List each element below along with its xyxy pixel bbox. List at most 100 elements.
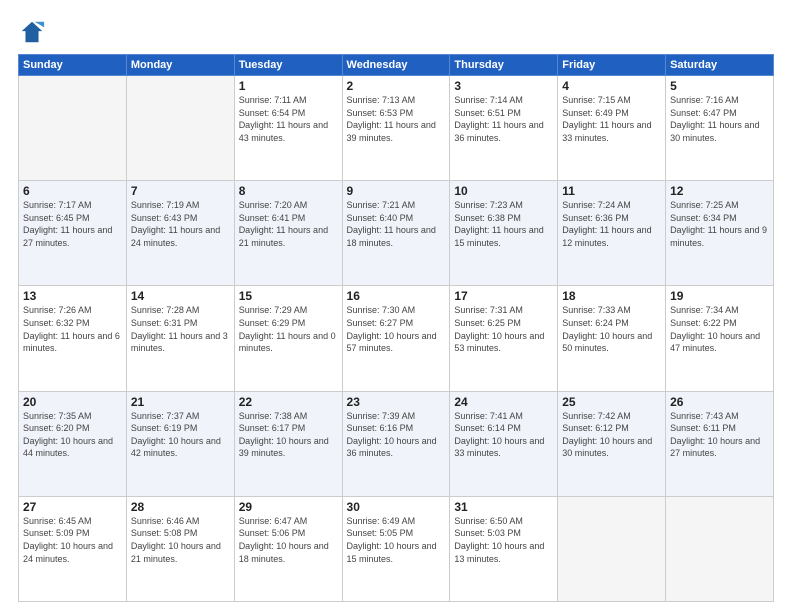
day-number: 17 (454, 289, 553, 303)
day-number: 3 (454, 79, 553, 93)
calendar-cell: 5Sunrise: 7:16 AMSunset: 6:47 PMDaylight… (666, 76, 774, 181)
day-info: Sunrise: 7:30 AMSunset: 6:27 PMDaylight:… (347, 304, 446, 354)
calendar-cell: 20Sunrise: 7:35 AMSunset: 6:20 PMDayligh… (19, 391, 127, 496)
day-number: 18 (562, 289, 661, 303)
day-number: 9 (347, 184, 446, 198)
day-number: 5 (670, 79, 769, 93)
calendar-cell: 27Sunrise: 6:45 AMSunset: 5:09 PMDayligh… (19, 496, 127, 601)
day-info: Sunrise: 7:20 AMSunset: 6:41 PMDaylight:… (239, 199, 338, 249)
calendar-cell: 12Sunrise: 7:25 AMSunset: 6:34 PMDayligh… (666, 181, 774, 286)
day-info: Sunrise: 7:15 AMSunset: 6:49 PMDaylight:… (562, 94, 661, 144)
calendar-cell: 16Sunrise: 7:30 AMSunset: 6:27 PMDayligh… (342, 286, 450, 391)
calendar-cell: 1Sunrise: 7:11 AMSunset: 6:54 PMDaylight… (234, 76, 342, 181)
calendar-cell: 29Sunrise: 6:47 AMSunset: 5:06 PMDayligh… (234, 496, 342, 601)
calendar-cell: 22Sunrise: 7:38 AMSunset: 6:17 PMDayligh… (234, 391, 342, 496)
day-number: 13 (23, 289, 122, 303)
calendar-cell: 4Sunrise: 7:15 AMSunset: 6:49 PMDaylight… (558, 76, 666, 181)
day-number: 25 (562, 395, 661, 409)
day-number: 21 (131, 395, 230, 409)
calendar-cell: 18Sunrise: 7:33 AMSunset: 6:24 PMDayligh… (558, 286, 666, 391)
calendar-cell: 17Sunrise: 7:31 AMSunset: 6:25 PMDayligh… (450, 286, 558, 391)
day-info: Sunrise: 7:28 AMSunset: 6:31 PMDaylight:… (131, 304, 230, 354)
calendar-cell: 23Sunrise: 7:39 AMSunset: 6:16 PMDayligh… (342, 391, 450, 496)
header (18, 18, 774, 46)
calendar-cell: 10Sunrise: 7:23 AMSunset: 6:38 PMDayligh… (450, 181, 558, 286)
calendar-cell: 3Sunrise: 7:14 AMSunset: 6:51 PMDaylight… (450, 76, 558, 181)
calendar-week-2: 6Sunrise: 7:17 AMSunset: 6:45 PMDaylight… (19, 181, 774, 286)
calendar-cell: 15Sunrise: 7:29 AMSunset: 6:29 PMDayligh… (234, 286, 342, 391)
day-number: 28 (131, 500, 230, 514)
calendar-cell: 21Sunrise: 7:37 AMSunset: 6:19 PMDayligh… (126, 391, 234, 496)
day-number: 11 (562, 184, 661, 198)
day-number: 22 (239, 395, 338, 409)
day-number: 24 (454, 395, 553, 409)
day-number: 12 (670, 184, 769, 198)
day-info: Sunrise: 7:35 AMSunset: 6:20 PMDaylight:… (23, 410, 122, 460)
calendar-cell: 14Sunrise: 7:28 AMSunset: 6:31 PMDayligh… (126, 286, 234, 391)
calendar-week-1: 1Sunrise: 7:11 AMSunset: 6:54 PMDaylight… (19, 76, 774, 181)
calendar-cell: 31Sunrise: 6:50 AMSunset: 5:03 PMDayligh… (450, 496, 558, 601)
day-header-monday: Monday (126, 55, 234, 76)
day-info: Sunrise: 6:45 AMSunset: 5:09 PMDaylight:… (23, 515, 122, 565)
day-number: 2 (347, 79, 446, 93)
calendar-week-4: 20Sunrise: 7:35 AMSunset: 6:20 PMDayligh… (19, 391, 774, 496)
calendar-cell: 9Sunrise: 7:21 AMSunset: 6:40 PMDaylight… (342, 181, 450, 286)
day-info: Sunrise: 7:25 AMSunset: 6:34 PMDaylight:… (670, 199, 769, 249)
day-info: Sunrise: 7:34 AMSunset: 6:22 PMDaylight:… (670, 304, 769, 354)
day-info: Sunrise: 7:24 AMSunset: 6:36 PMDaylight:… (562, 199, 661, 249)
day-header-friday: Friday (558, 55, 666, 76)
day-info: Sunrise: 7:23 AMSunset: 6:38 PMDaylight:… (454, 199, 553, 249)
day-info: Sunrise: 7:31 AMSunset: 6:25 PMDaylight:… (454, 304, 553, 354)
day-info: Sunrise: 6:47 AMSunset: 5:06 PMDaylight:… (239, 515, 338, 565)
day-info: Sunrise: 7:38 AMSunset: 6:17 PMDaylight:… (239, 410, 338, 460)
calendar-cell: 25Sunrise: 7:42 AMSunset: 6:12 PMDayligh… (558, 391, 666, 496)
day-info: Sunrise: 7:43 AMSunset: 6:11 PMDaylight:… (670, 410, 769, 460)
day-info: Sunrise: 7:21 AMSunset: 6:40 PMDaylight:… (347, 199, 446, 249)
calendar-cell: 19Sunrise: 7:34 AMSunset: 6:22 PMDayligh… (666, 286, 774, 391)
day-info: Sunrise: 7:39 AMSunset: 6:16 PMDaylight:… (347, 410, 446, 460)
day-info: Sunrise: 7:42 AMSunset: 6:12 PMDaylight:… (562, 410, 661, 460)
calendar-cell: 7Sunrise: 7:19 AMSunset: 6:43 PMDaylight… (126, 181, 234, 286)
day-info: Sunrise: 7:16 AMSunset: 6:47 PMDaylight:… (670, 94, 769, 144)
calendar-cell: 26Sunrise: 7:43 AMSunset: 6:11 PMDayligh… (666, 391, 774, 496)
day-number: 4 (562, 79, 661, 93)
day-number: 29 (239, 500, 338, 514)
calendar-cell (19, 76, 127, 181)
day-header-saturday: Saturday (666, 55, 774, 76)
day-number: 20 (23, 395, 122, 409)
calendar-week-5: 27Sunrise: 6:45 AMSunset: 5:09 PMDayligh… (19, 496, 774, 601)
calendar-cell (558, 496, 666, 601)
day-header-tuesday: Tuesday (234, 55, 342, 76)
day-number: 7 (131, 184, 230, 198)
day-header-sunday: Sunday (19, 55, 127, 76)
day-number: 8 (239, 184, 338, 198)
day-info: Sunrise: 7:33 AMSunset: 6:24 PMDaylight:… (562, 304, 661, 354)
day-info: Sunrise: 7:11 AMSunset: 6:54 PMDaylight:… (239, 94, 338, 144)
calendar-cell: 13Sunrise: 7:26 AMSunset: 6:32 PMDayligh… (19, 286, 127, 391)
day-number: 1 (239, 79, 338, 93)
logo-icon (18, 18, 46, 46)
day-header-wednesday: Wednesday (342, 55, 450, 76)
day-number: 31 (454, 500, 553, 514)
logo (18, 18, 50, 46)
day-info: Sunrise: 6:49 AMSunset: 5:05 PMDaylight:… (347, 515, 446, 565)
calendar-cell: 30Sunrise: 6:49 AMSunset: 5:05 PMDayligh… (342, 496, 450, 601)
day-info: Sunrise: 6:46 AMSunset: 5:08 PMDaylight:… (131, 515, 230, 565)
calendar-cell: 6Sunrise: 7:17 AMSunset: 6:45 PMDaylight… (19, 181, 127, 286)
calendar-header-row: SundayMondayTuesdayWednesdayThursdayFrid… (19, 55, 774, 76)
day-number: 23 (347, 395, 446, 409)
day-info: Sunrise: 7:37 AMSunset: 6:19 PMDaylight:… (131, 410, 230, 460)
day-header-thursday: Thursday (450, 55, 558, 76)
calendar-cell: 28Sunrise: 6:46 AMSunset: 5:08 PMDayligh… (126, 496, 234, 601)
day-number: 19 (670, 289, 769, 303)
calendar-cell: 2Sunrise: 7:13 AMSunset: 6:53 PMDaylight… (342, 76, 450, 181)
day-number: 6 (23, 184, 122, 198)
day-info: Sunrise: 7:17 AMSunset: 6:45 PMDaylight:… (23, 199, 122, 249)
calendar-cell: 24Sunrise: 7:41 AMSunset: 6:14 PMDayligh… (450, 391, 558, 496)
calendar-cell: 8Sunrise: 7:20 AMSunset: 6:41 PMDaylight… (234, 181, 342, 286)
day-number: 15 (239, 289, 338, 303)
calendar-cell (666, 496, 774, 601)
day-number: 10 (454, 184, 553, 198)
day-number: 16 (347, 289, 446, 303)
day-info: Sunrise: 7:41 AMSunset: 6:14 PMDaylight:… (454, 410, 553, 460)
